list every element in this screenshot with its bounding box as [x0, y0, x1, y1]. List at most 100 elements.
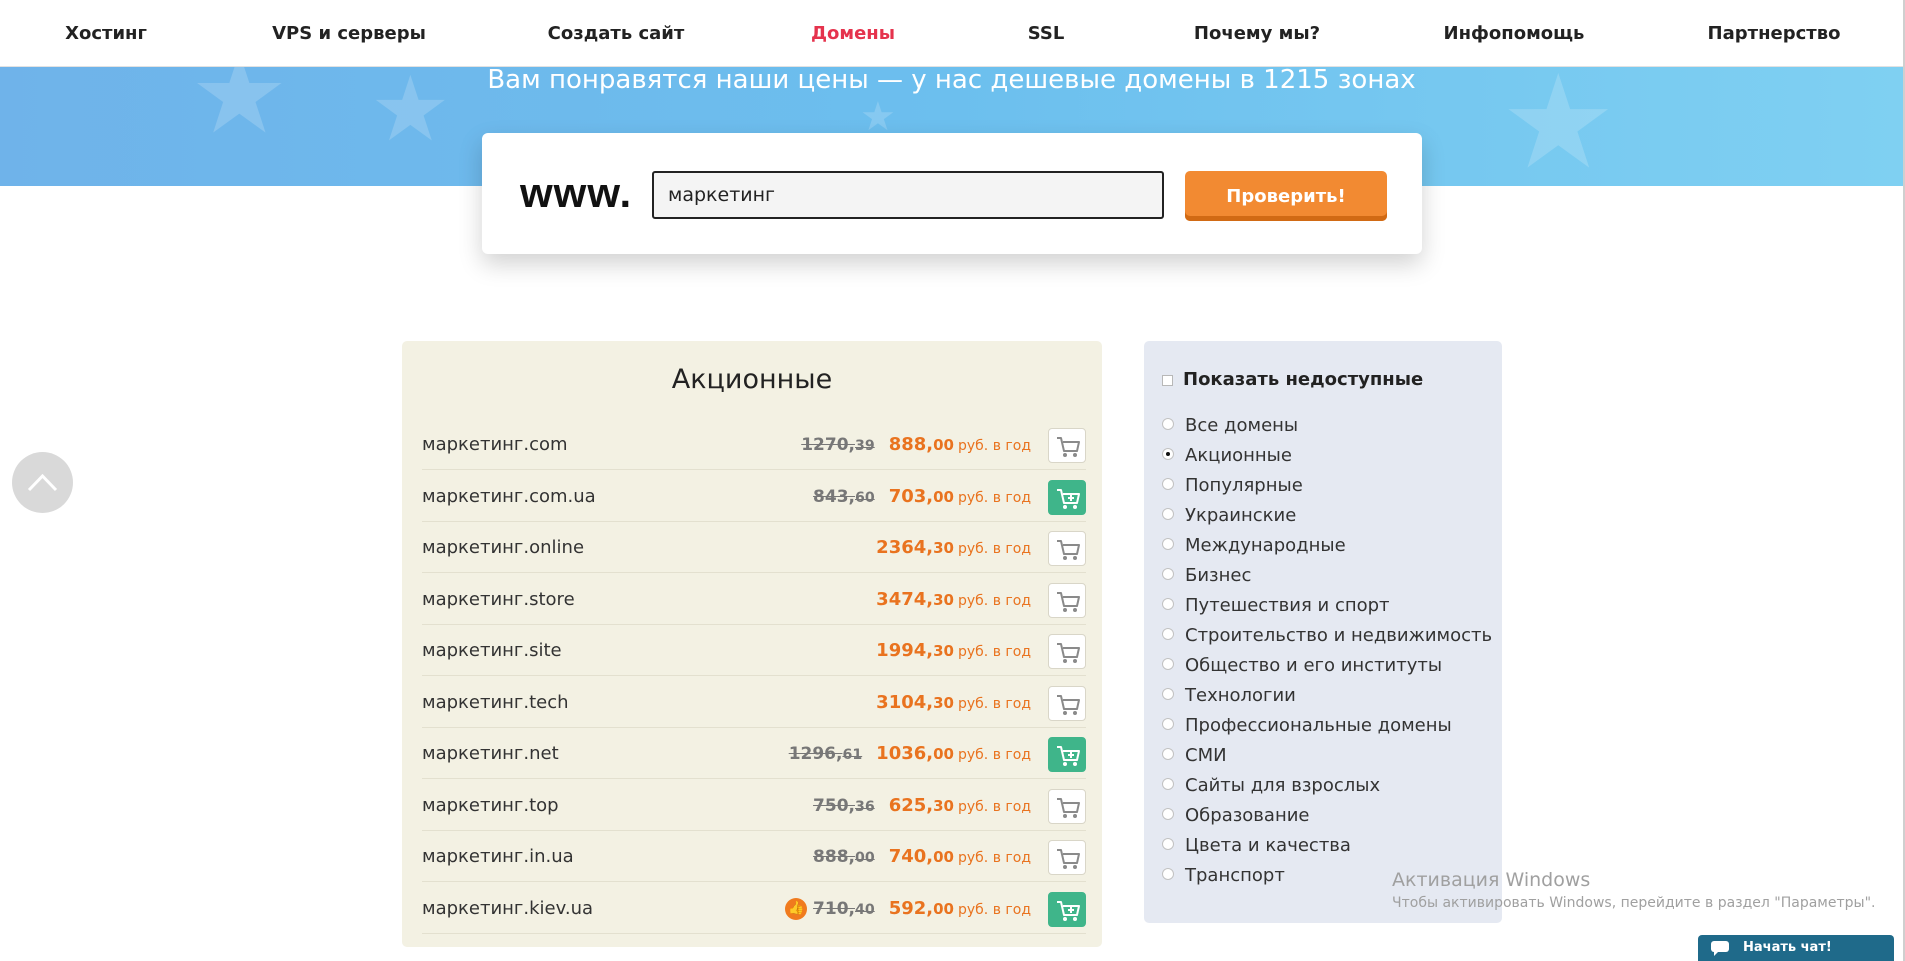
filter-radio[interactable]	[1162, 538, 1174, 550]
old-price: 888,00	[813, 847, 875, 867]
filter-radio[interactable]	[1162, 478, 1174, 490]
check-domain-button[interactable]: Проверить!	[1185, 171, 1387, 221]
old-price: 1270,39	[801, 435, 874, 455]
add-to-cart-button[interactable]	[1048, 479, 1086, 515]
nav-item-hosting[interactable]: Хостинг	[65, 0, 147, 67]
nav-item-infohelp[interactable]: Инфопомощь	[1444, 0, 1585, 67]
domain-name: маркетинг.tech	[422, 691, 569, 713]
domain-search-input[interactable]	[652, 171, 1164, 219]
promo-domain-row: маркетинг.tech 3104,30 руб. в год	[422, 678, 1086, 728]
filter-option[interactable]: Транспорт	[1162, 865, 1285, 886]
filter-option[interactable]: Украинские	[1162, 505, 1296, 526]
add-to-cart-button[interactable]	[1048, 891, 1086, 927]
filter-option[interactable]: Международные	[1162, 535, 1346, 556]
new-price: 1994,30	[876, 640, 954, 661]
hot-offer-icon: 👍	[785, 898, 808, 920]
scroll-to-top-button[interactable]	[12, 452, 73, 513]
add-to-cart-button[interactable]	[1048, 531, 1086, 566]
www-prefix: www.	[520, 169, 633, 216]
filter-option[interactable]: Технологии	[1162, 685, 1296, 706]
filter-option-label: Образование	[1185, 805, 1310, 826]
price-unit: руб. в год	[957, 747, 1031, 763]
filter-radio[interactable]	[1162, 748, 1174, 760]
filter-radio[interactable]	[1162, 448, 1174, 460]
domain-name: маркетинг.com	[422, 434, 568, 455]
old-price-frac: 36	[854, 798, 875, 815]
new-price-int: 592,	[888, 897, 934, 919]
old-price-int: 1296,	[788, 744, 843, 764]
filter-option[interactable]: Строительство и недвижимость	[1162, 625, 1492, 646]
price-unit: руб. в год	[957, 438, 1031, 454]
add-to-cart-button[interactable]	[1048, 737, 1086, 772]
promo-domain-row: маркетинг.net 1296,61 1036,00 руб. в год	[422, 729, 1086, 779]
price-unit: руб. в год	[957, 541, 1031, 557]
filter-option-label: Украинские	[1185, 505, 1297, 526]
price-block: 👍 710,40 592,00 руб. в год	[785, 884, 1031, 935]
add-to-cart-button[interactable]	[1048, 840, 1086, 875]
windows-activation-text: Чтобы активировать Windows, перейдите в …	[1392, 895, 1876, 911]
price-unit: руб. в год	[957, 489, 1031, 506]
new-price-frac: 00	[933, 848, 954, 866]
add-to-cart-button[interactable]	[1048, 788, 1086, 824]
price-block: 1994,30 руб. в год	[876, 626, 1031, 677]
filter-option-label: Профессиональные домены	[1185, 715, 1452, 736]
filter-option[interactable]: Акционные	[1162, 445, 1292, 466]
filter-option[interactable]: Профессиональные домены	[1162, 715, 1452, 736]
nav-item-vps[interactable]: VPS и серверы	[272, 0, 426, 67]
filter-radio[interactable]	[1162, 598, 1174, 610]
add-to-cart-button[interactable]	[1048, 428, 1086, 463]
price-unit: руб. в год	[957, 798, 1031, 815]
price-unit: руб. в год	[957, 695, 1031, 712]
filter-radio[interactable]	[1162, 778, 1174, 790]
filter-radio[interactable]	[1162, 628, 1174, 640]
new-price-int: 3474,	[876, 588, 934, 610]
add-to-cart-button[interactable]	[1048, 582, 1086, 618]
add-to-cart-button[interactable]	[1048, 685, 1086, 721]
price-block: 843,60 703,00 руб. в год	[813, 472, 1031, 523]
filter-option-label: СМИ	[1185, 745, 1227, 766]
nav-item-create-site[interactable]: Создать сайт	[548, 0, 685, 67]
new-price-int: 1036,	[876, 743, 934, 764]
new-price-int: 625,	[888, 794, 934, 816]
filter-radio[interactable]	[1162, 418, 1174, 430]
nav-item-why-us[interactable]: Почему мы?	[1194, 0, 1320, 67]
filter-option[interactable]: Сайты для взрослых	[1162, 775, 1380, 796]
filter-option[interactable]: Путешествия и спорт	[1162, 595, 1390, 616]
filter-option[interactable]: Бизнес	[1162, 565, 1251, 586]
filter-option[interactable]: Общество и его институты	[1162, 655, 1442, 676]
filter-option[interactable]: Все домены	[1162, 415, 1298, 436]
filter-option-label: Цвета и качества	[1185, 835, 1351, 856]
cart-icon	[1057, 694, 1080, 715]
nav-item-domains[interactable]: Домены	[811, 0, 895, 67]
old-price-frac: 39	[854, 438, 875, 454]
domain-search-card: www. Проверить!	[482, 133, 1422, 254]
filter-radio[interactable]	[1162, 568, 1174, 580]
filter-radio[interactable]	[1162, 808, 1174, 820]
filter-option[interactable]: СМИ	[1162, 745, 1227, 766]
filter-radio[interactable]	[1162, 658, 1174, 670]
promo-domain-row: маркетинг.kiev.ua 👍 710,40 592,00 руб. в год	[422, 884, 1086, 934]
top-navigation: Хостинг VPS и серверы Создать сайт Домен…	[0, 0, 1903, 67]
old-price: 750,36	[813, 796, 875, 816]
nav-item-ssl[interactable]: SSL	[1028, 0, 1065, 67]
old-price: 1296,61	[789, 744, 862, 764]
filter-radio[interactable]	[1162, 838, 1174, 850]
show-unavailable-toggle[interactable]: Показать недоступные	[1162, 369, 1423, 390]
filter-option-label: Общество и его институты	[1185, 655, 1443, 676]
start-chat-button[interactable]: Начать чат!	[1698, 935, 1894, 961]
promo-domain-row: маркетинг.in.ua 888,00 740,00 руб. в год	[422, 832, 1086, 882]
filter-radio[interactable]	[1162, 688, 1174, 700]
show-unavailable-checkbox[interactable]	[1162, 374, 1173, 386]
cart-icon	[1057, 643, 1080, 663]
filter-option[interactable]: Популярные	[1162, 475, 1303, 496]
promo-domain-row: маркетинг.store 3474,30 руб. в год	[422, 575, 1086, 625]
filter-option[interactable]: Цвета и качества	[1162, 835, 1351, 856]
add-to-cart-button[interactable]	[1048, 634, 1086, 669]
domain-name: маркетинг.com.ua	[422, 485, 596, 507]
nav-item-partnership[interactable]: Партнерство	[1708, 0, 1841, 67]
filter-radio[interactable]	[1162, 718, 1174, 730]
promo-domain-row: маркетинг.com 1270,39 888,00 руб. в год	[422, 420, 1086, 470]
filter-radio[interactable]	[1162, 868, 1174, 880]
filter-radio[interactable]	[1162, 508, 1174, 520]
filter-option[interactable]: Образование	[1162, 805, 1310, 826]
